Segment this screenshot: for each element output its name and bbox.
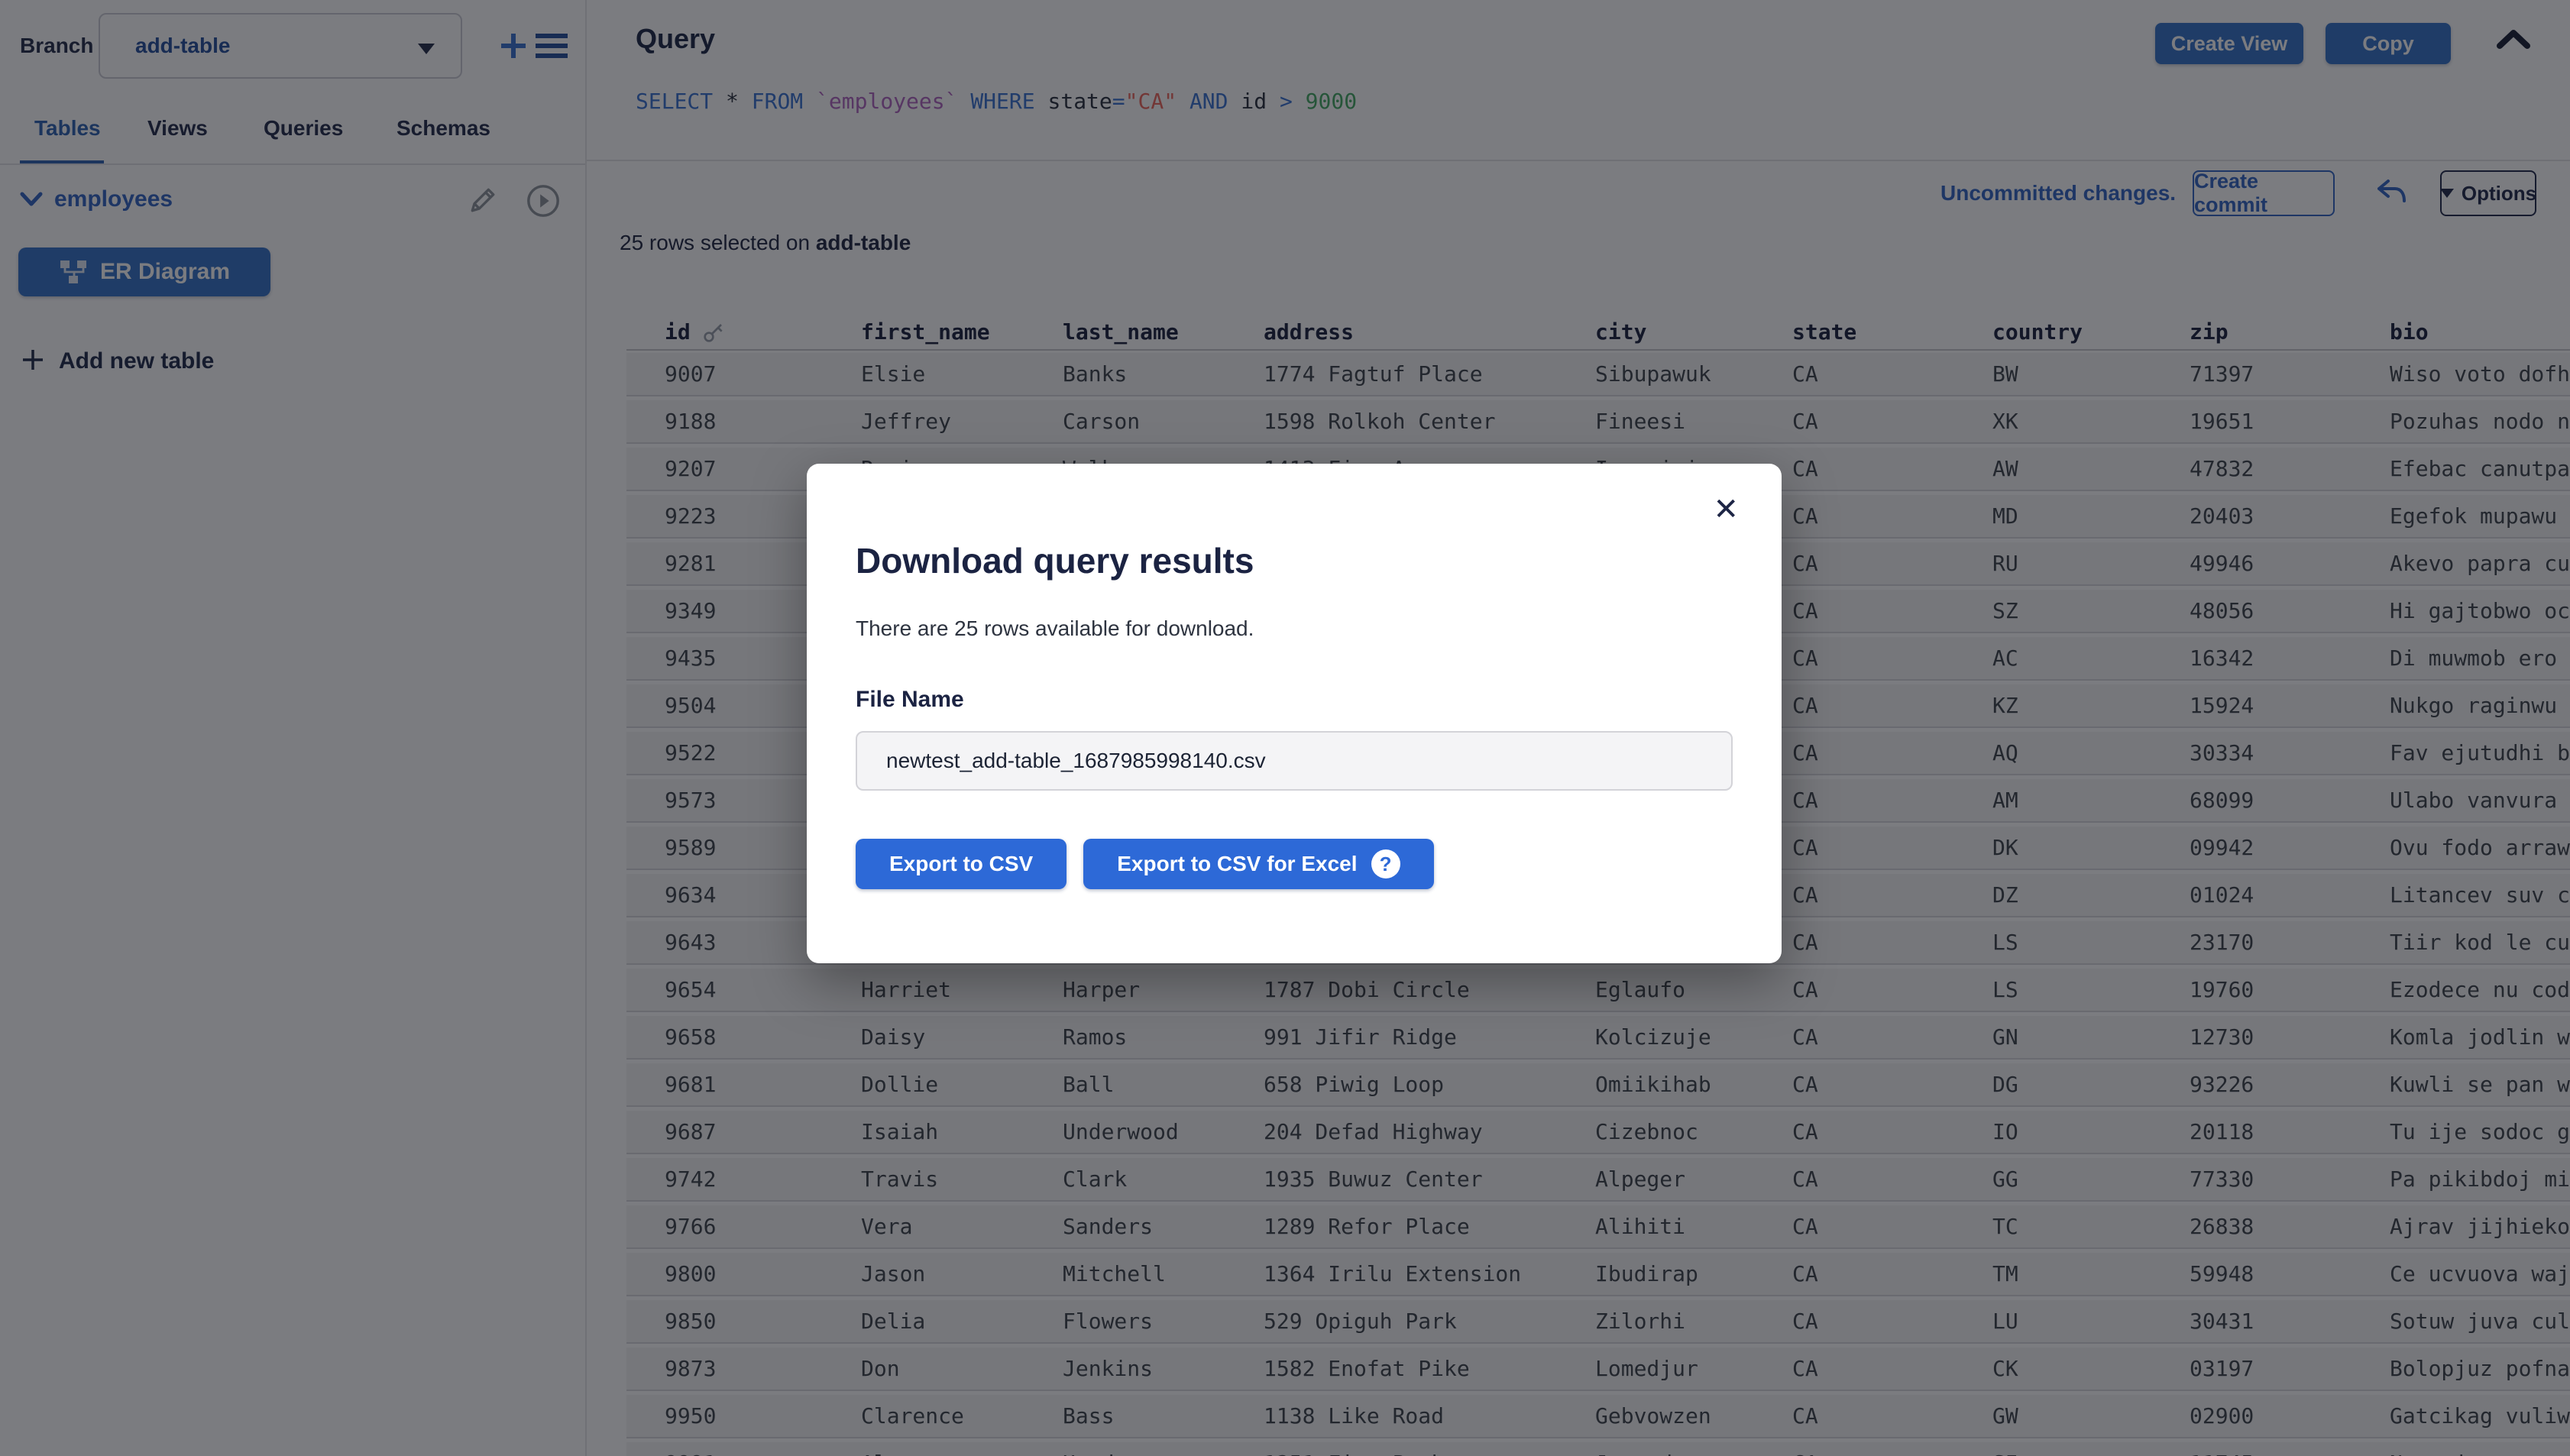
file-name-label: File Name	[856, 687, 964, 713]
modal-buttons: Export to CSV Export to CSV for Excel ?	[856, 839, 1434, 889]
help-icon[interactable]: ?	[1371, 849, 1400, 878]
file-name-input[interactable]	[856, 731, 1733, 791]
modal-title: Download query results	[856, 540, 1254, 581]
export-csv-excel-button[interactable]: Export to CSV for Excel ?	[1083, 839, 1433, 889]
export-csv-button[interactable]: Export to CSV	[856, 839, 1067, 889]
modal-subtitle: There are 25 rows available for download…	[856, 616, 1254, 641]
download-results-modal: ✕ Download query results There are 25 ro…	[807, 464, 1782, 963]
close-icon[interactable]: ✕	[1713, 494, 1739, 525]
